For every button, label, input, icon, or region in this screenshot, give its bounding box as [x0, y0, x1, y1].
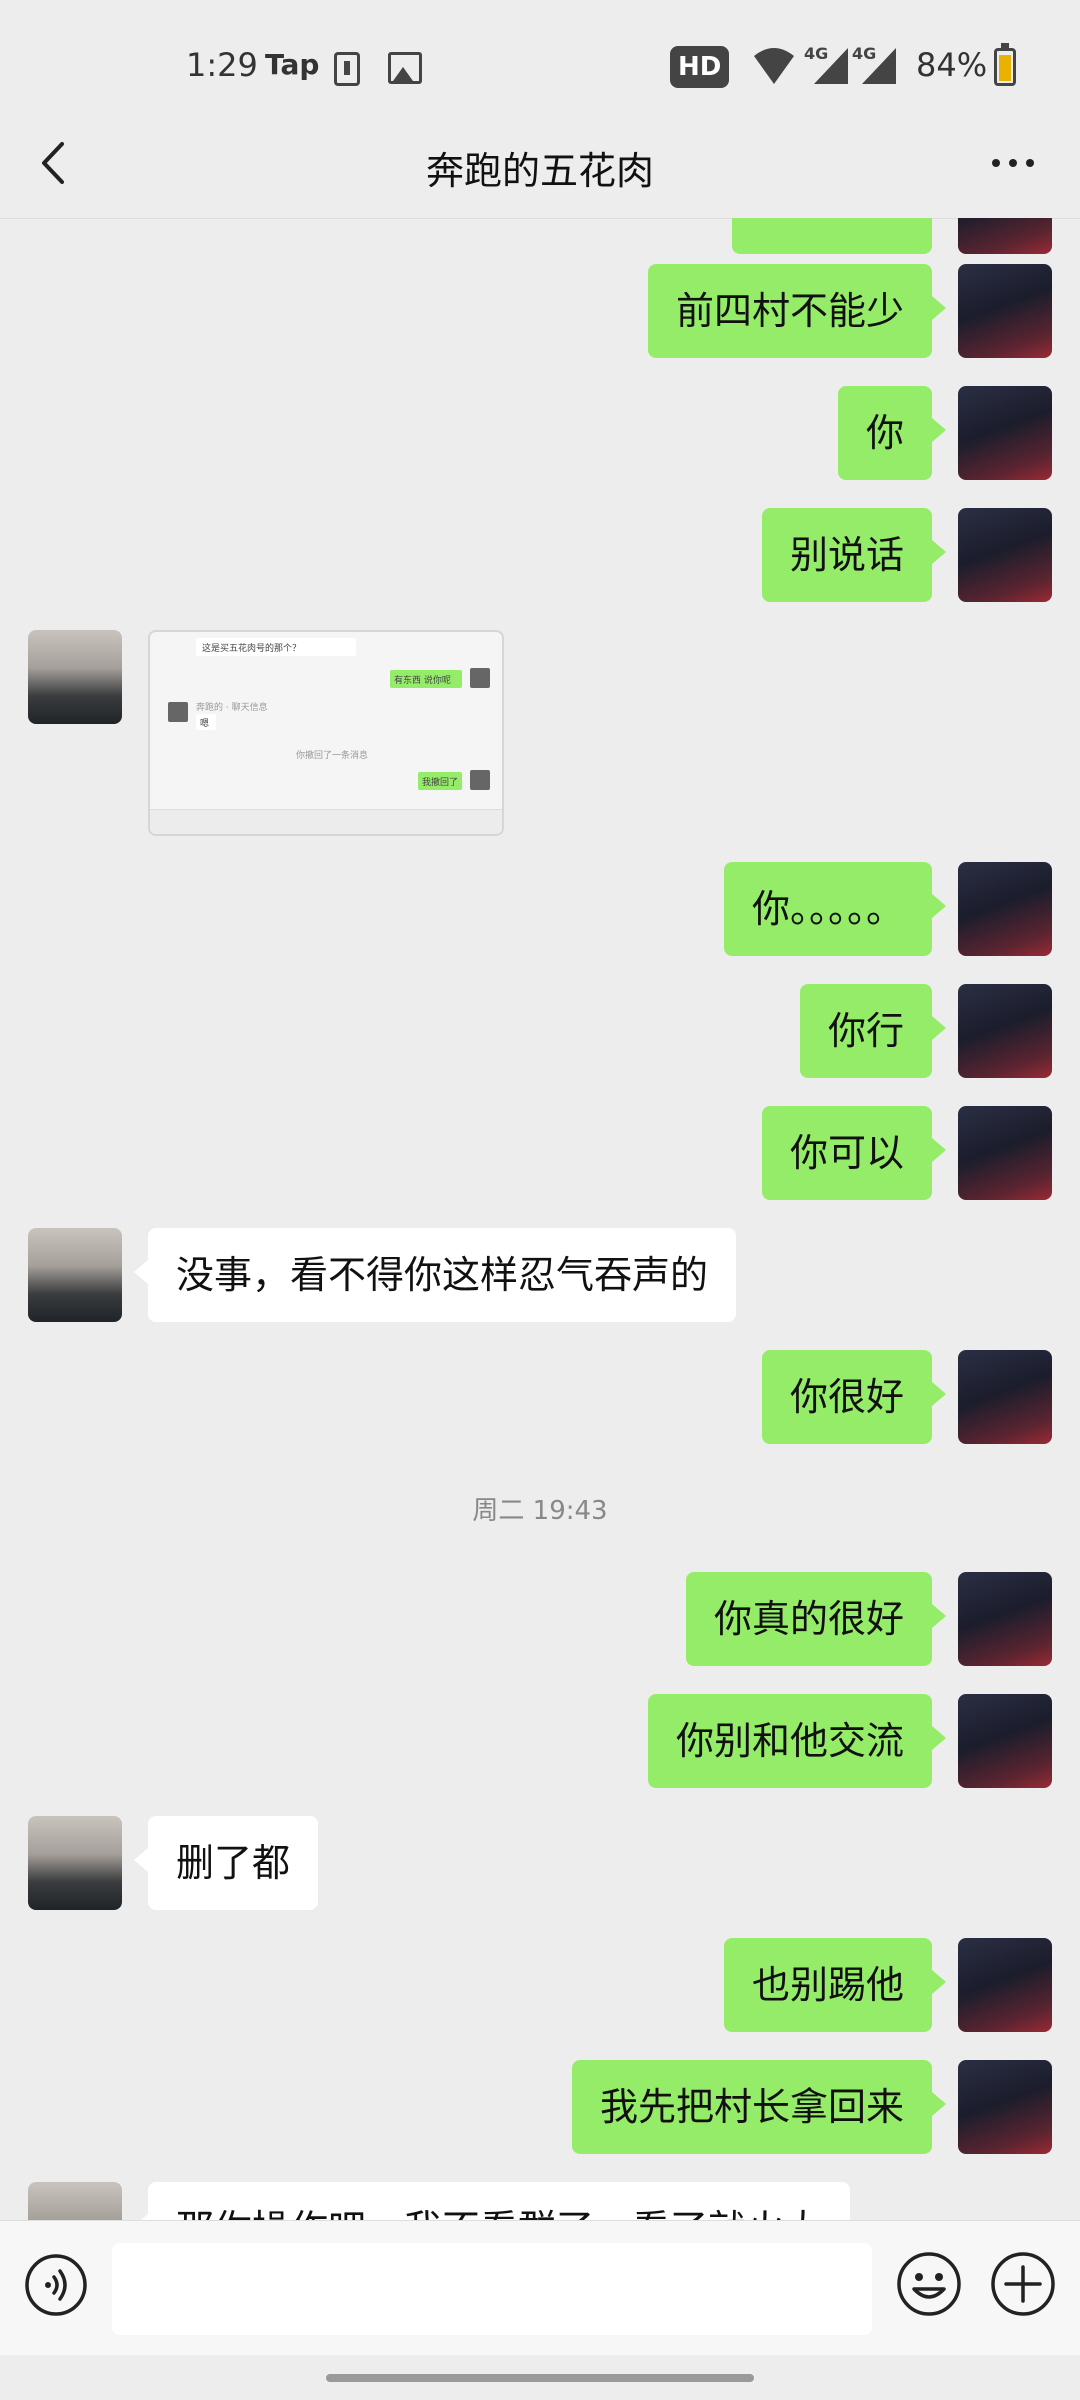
my-avatar[interactable]	[958, 2060, 1052, 2154]
emoji-icon[interactable]	[896, 2251, 962, 2317]
message-list[interactable]: 前四村不能少 你 别说话 这是买五花肉号的那个？ 有东西 说你呢 奔跑的 · 聊…	[0, 218, 1080, 2220]
my-avatar[interactable]	[958, 508, 1052, 602]
image-text: 你撤回了一条消息	[296, 751, 369, 761]
contact-avatar[interactable]	[28, 2182, 122, 2220]
message-row: 你很好	[0, 1350, 1080, 1446]
home-indicator[interactable]	[326, 2374, 754, 2382]
message-bubble-partial[interactable]	[732, 218, 932, 254]
message-bubble[interactable]: 也别踢他	[723, 1938, 947, 2032]
image-text: 我撤回了	[422, 778, 459, 788]
message-row: 你行	[0, 984, 1080, 1080]
image-text: 有东西 说你呢	[394, 676, 451, 686]
my-avatar[interactable]	[958, 1106, 1052, 1200]
my-avatar[interactable]	[958, 1350, 1052, 1444]
message-row: 你别和他交流	[0, 1694, 1080, 1790]
message-row: 前四村不能少	[0, 264, 1080, 360]
message-row: 我先把村长拿回来	[0, 2060, 1080, 2156]
more-icon[interactable]	[988, 148, 1038, 178]
my-avatar[interactable]	[958, 1572, 1052, 1666]
plus-icon[interactable]	[990, 2251, 1056, 2317]
battery-icon	[994, 43, 1016, 86]
image-text: 这是买五花肉号的那个？	[202, 644, 302, 654]
my-avatar[interactable]	[958, 984, 1052, 1078]
message-row	[0, 218, 1080, 256]
contact-avatar[interactable]	[28, 1228, 122, 1322]
message-bubble[interactable]: 你行	[799, 984, 947, 1078]
message-bubble[interactable]: 删了都	[133, 1816, 319, 1910]
my-avatar[interactable]	[958, 862, 1052, 956]
input-bar	[0, 2220, 1080, 2355]
message-row: 你真的很好	[0, 1572, 1080, 1668]
image-icon	[388, 52, 422, 84]
image-text: 嗯	[200, 719, 210, 729]
message-row: 这是买五花肉号的那个？ 有东西 说你呢 奔跑的 · 聊天信息 嗯 你撤回了一条消…	[0, 630, 1080, 840]
contact-avatar[interactable]	[28, 1816, 122, 1910]
my-avatar[interactable]	[958, 1938, 1052, 2032]
status-app-label: Tap	[265, 48, 320, 81]
message-input[interactable]	[112, 2243, 872, 2335]
message-row: 也别踢他	[0, 1938, 1080, 2034]
my-avatar[interactable]	[958, 1694, 1052, 1788]
message-row: 你。。。。。	[0, 862, 1080, 958]
message-row: 那你操作吧，我不看群了，看了就火大	[0, 2182, 1080, 2220]
message-row: 删了都	[0, 1816, 1080, 1912]
battery-percent: 84%	[916, 46, 988, 84]
signal-icon-2: 4G	[852, 44, 902, 86]
message-bubble[interactable]: 你	[837, 386, 947, 480]
my-avatar[interactable]	[958, 218, 1052, 254]
message-timestamp: 周二 19:43	[472, 1496, 608, 1526]
my-avatar[interactable]	[958, 386, 1052, 480]
message-bubble[interactable]: 没事，看不得你这样忍气吞声的	[133, 1228, 737, 1322]
message-row: 你	[0, 386, 1080, 482]
download-icon	[334, 52, 360, 86]
screenshot-image-message[interactable]: 这是买五花肉号的那个？ 有东西 说你呢 奔跑的 · 聊天信息 嗯 你撤回了一条消…	[148, 630, 504, 836]
message-bubble[interactable]: 你真的很好	[685, 1572, 947, 1666]
message-row: 没事，看不得你这样忍气吞声的	[0, 1228, 1080, 1324]
message-bubble[interactable]: 前四村不能少	[647, 264, 947, 358]
message-bubble[interactable]: 那你操作吧，我不看群了，看了就火大	[133, 2182, 851, 2220]
status-time: 1:29	[186, 46, 258, 84]
signal-icon: 4G	[804, 44, 854, 86]
hd-badge: HD	[670, 46, 730, 88]
message-bubble[interactable]: 你很好	[761, 1350, 947, 1444]
wifi-icon	[754, 48, 794, 84]
message-bubble[interactable]: 我先把村长拿回来	[571, 2060, 947, 2154]
chat-title: 奔跑的五花肉	[425, 149, 654, 193]
my-avatar[interactable]	[958, 264, 1052, 358]
message-bubble[interactable]: 你。。。。。	[723, 862, 947, 956]
message-bubble[interactable]: 你别和他交流	[647, 1694, 947, 1788]
message-row: 你可以	[0, 1106, 1080, 1202]
message-row: 别说话	[0, 508, 1080, 604]
image-text: 奔跑的 · 聊天信息	[196, 703, 268, 713]
voice-icon[interactable]	[24, 2253, 88, 2317]
message-bubble[interactable]: 你可以	[761, 1106, 947, 1200]
chat-header: 奔跑的五花肉	[0, 110, 1080, 219]
contact-avatar[interactable]	[28, 630, 122, 724]
message-bubble[interactable]: 别说话	[761, 508, 947, 602]
